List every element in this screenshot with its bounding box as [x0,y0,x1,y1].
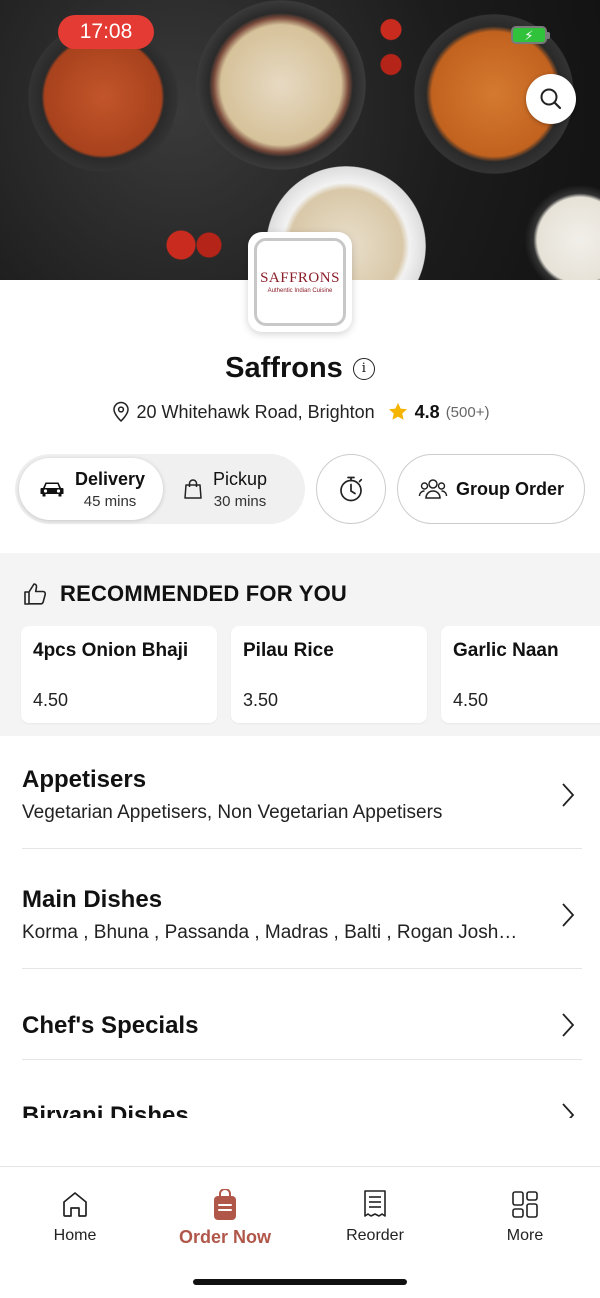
star-icon [388,402,407,420]
shopping-bag-icon [184,479,202,499]
grid-icon [512,1191,538,1218]
category-title: Appetisers [22,766,147,793]
category-title: Biryani Dishes [22,1102,189,1118]
recommended-section: RECOMMENDED FOR YOU 4pcs Onion Bhaji 4.5… [0,553,600,736]
chevron-right-icon [562,783,575,807]
restaurant-name: Saffrons [225,352,343,384]
category-subtitle: Korma , Bhuna , Passanda , Madras , Balt… [22,922,518,943]
restaurant-address: 20 Whitehawk Road, Brighton [136,401,375,422]
chevron-right-icon [562,1103,575,1118]
divider [22,848,582,849]
stopwatch-icon [340,476,363,502]
tomato-garnish [160,225,230,265]
chevron-right-icon [562,1013,575,1037]
chevron-right-icon [562,903,575,927]
pickup-label: Pickup [213,468,268,489]
review-count: (500+) [445,403,490,421]
recommended-item[interactable]: Garlic Naan 4.50 [441,626,600,723]
group-order-button[interactable]: Group Order [397,454,585,524]
info-icon[interactable]: i [352,357,375,380]
menu-categories: Appetisers Vegetarian Appetisers, Non Ve… [0,736,600,1118]
recommended-heading: RECOMMENDED FOR YOU [60,581,347,606]
pickup-option[interactable]: Pickup 30 mins [163,458,307,520]
recommended-item-price: 3.50 [243,690,279,710]
category-biryani-dishes[interactable]: Biryani Dishes [22,1102,582,1118]
food-plate-image [525,185,600,280]
nav-more[interactable]: More [455,1189,595,1245]
category-main-dishes[interactable]: Main Dishes Korma , Bhuna , Passanda , M… [22,886,582,944]
nav-reorder-label: Reorder [346,1227,404,1244]
recommended-item-name: 4pcs Onion Bhaji [33,640,189,661]
home-icon [63,1192,87,1217]
home-indicator [193,1279,407,1285]
delivery-label: Delivery [75,468,146,489]
recommended-list: 4pcs Onion Bhaji 4.50 Pilau Rice 3.50 Ga… [21,626,600,723]
receipt-icon [364,1190,386,1217]
delivery-option[interactable]: Delivery 45 mins [19,458,163,520]
category-appetisers[interactable]: Appetisers Vegetarian Appetisers, Non Ve… [22,766,582,824]
recommended-item-name: Pilau Rice [243,640,334,661]
order-mode-toggle: Delivery 45 mins Pickup 30 mins [15,454,305,524]
recommended-heading-row: RECOMMENDED FOR YOU [22,581,347,607]
category-chefs-specials[interactable]: Chef's Specials [22,1012,582,1040]
restaurant-title-row: Saffrons i [0,352,600,385]
nav-order-now[interactable]: Order Now [155,1189,295,1248]
nav-order-now-label: Order Now [178,1227,271,1247]
category-title: Chef's Specials [22,1012,199,1039]
recommended-item[interactable]: Pilau Rice 3.50 [231,626,427,723]
status-time: 17:08 [58,15,154,49]
recommended-item[interactable]: 4pcs Onion Bhaji 4.50 [21,626,217,723]
search-button[interactable] [526,74,576,124]
pickup-time: 30 mins [213,492,267,510]
schedule-button[interactable] [316,454,386,524]
thumbs-up-icon [24,583,47,605]
car-icon [40,482,64,497]
location-pin-icon [112,401,129,423]
recommended-item-price: 4.50 [33,690,69,710]
address-row: 20 Whitehawk Road, Brighton 4.8 (500+) [0,401,600,423]
logo-frame: SAFFRONS Authentic Indian Cuisine [254,238,346,326]
nav-more-label: More [506,1227,544,1244]
food-plate-image [196,0,366,170]
delivery-time: 45 mins [83,492,137,510]
divider [22,1059,582,1060]
search-icon [540,88,562,110]
recommended-item-name: Garlic Naan [453,640,559,661]
battery-icon: ⚡ [511,26,550,44]
restaurant-logo: SAFFRONS Authentic Indian Cuisine [248,232,352,332]
category-subtitle: Vegetarian Appetisers, Non Vegetarian Ap… [22,802,443,823]
bag-icon [214,1189,236,1220]
group-order-label: Group Order [455,478,564,499]
divider [22,968,582,969]
tomato-garnish [368,12,414,82]
nav-home-label: Home [53,1227,97,1244]
nav-home[interactable]: Home [5,1189,145,1245]
logo-tagline: Authentic Indian Cuisine [267,288,333,294]
group-users-icon [418,479,448,499]
nav-reorder[interactable]: Reorder [305,1189,445,1245]
category-title: Main Dishes [22,886,163,913]
recommended-item-price: 4.50 [453,690,489,710]
logo-name: SAFFRONS [260,270,340,286]
rating-value: 4.8 [414,401,440,422]
